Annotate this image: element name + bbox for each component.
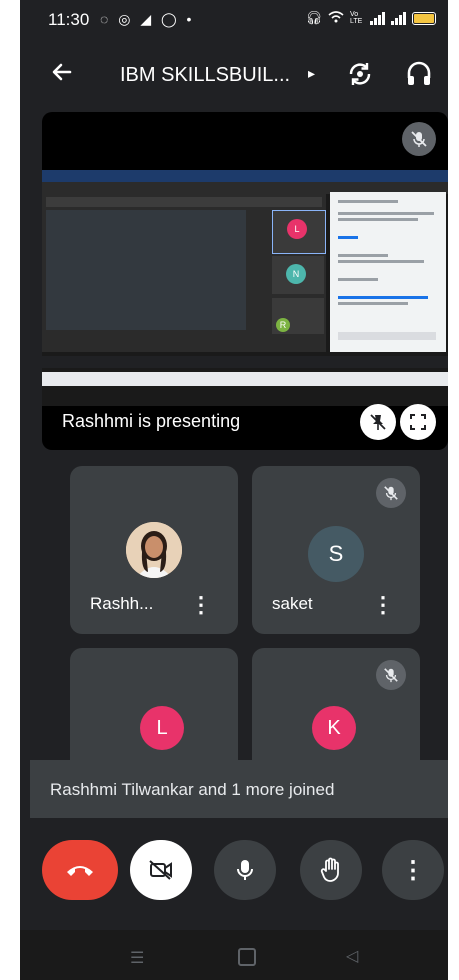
end-call-button[interactable]	[42, 840, 118, 900]
home-icon[interactable]	[238, 948, 256, 966]
more-options-icon[interactable]: ⋮	[372, 594, 394, 616]
unpin-icon	[370, 414, 386, 430]
camera-off-icon	[149, 860, 172, 880]
more-vert-icon: ⋮	[401, 856, 425, 884]
participant-tile[interactable]: S saket ⋮	[252, 466, 420, 634]
mini-avatar: R	[276, 318, 290, 332]
avatar: S	[308, 526, 364, 582]
microphone-button[interactable]	[214, 840, 276, 900]
mic-icon	[237, 860, 253, 880]
notification-icons: ◌ ◎ ◢ ◯ •	[100, 11, 195, 27]
presentation-tile[interactable]: L N R Rashhmi is presenting	[42, 112, 448, 450]
wifi-icon	[328, 10, 344, 26]
shared-screen-thumbnail: L N R	[42, 170, 448, 406]
muted-mic-icon	[376, 660, 406, 690]
volte-label: Vo LTE	[350, 11, 363, 25]
meeting-title[interactable]: IBM SKILLSBUIL...	[120, 64, 290, 87]
presenting-label: Rashhmi is presenting	[62, 411, 241, 431]
join-notification-text: Rashhmi Tilwankar and 1 more joined	[50, 780, 335, 799]
avatar: L	[140, 706, 184, 750]
shared-mini-tile: R	[272, 298, 324, 334]
mini-avatar: L	[287, 219, 307, 239]
hand-icon	[320, 857, 339, 882]
unpin-button[interactable]	[360, 404, 396, 440]
chevron-right-icon[interactable]: ▸	[308, 65, 315, 82]
muted-mic-icon	[376, 478, 406, 508]
status-bar: 11:30 ◌ ◎ ◢ ◯ • 🎧︎ Vo LTE	[20, 0, 448, 40]
shared-slide	[46, 210, 246, 330]
recents-icon[interactable]: ☰	[130, 948, 144, 968]
headphones-icon[interactable]	[406, 60, 432, 88]
signal-icon	[370, 11, 385, 25]
avatar	[126, 522, 182, 578]
headset-icon: 🎧︎	[305, 10, 322, 25]
shared-mini-tile: L	[272, 210, 326, 254]
shared-browser-tabs	[42, 170, 448, 182]
avatar: K	[312, 706, 356, 750]
system-nav-bar: ☰ ◁	[20, 930, 448, 980]
fullscreen-icon	[410, 414, 426, 430]
camera-toggle-button[interactable]	[130, 840, 192, 900]
participant-tile[interactable]: Rashh... ⋮	[70, 466, 238, 634]
more-options-button[interactable]: ⋮	[382, 840, 444, 900]
back-triangle-icon[interactable]: ◁	[346, 946, 358, 966]
signal-icon-2	[391, 11, 406, 25]
shared-taskbar	[42, 372, 448, 386]
shared-mini-tile: N	[272, 256, 324, 294]
participant-name: Rashh...	[90, 594, 154, 613]
status-time: 11:30	[48, 10, 90, 29]
participant-name: saket	[272, 594, 313, 613]
raise-hand-button[interactable]	[300, 840, 362, 900]
shared-meet-view: L N R	[42, 194, 326, 352]
fullscreen-button[interactable]	[400, 404, 436, 440]
join-notification: Rashhmi Tilwankar and 1 more joined	[30, 760, 448, 818]
shared-chat-panel	[330, 192, 446, 352]
back-arrow-icon[interactable]	[50, 60, 74, 91]
status-right-icons: 🎧︎ Vo LTE	[305, 10, 436, 26]
shared-banner	[46, 197, 322, 207]
meeting-header: IBM SKILLSBUIL... ▸	[20, 50, 448, 100]
hang-up-icon	[67, 866, 93, 876]
more-options-icon[interactable]: ⋮	[190, 594, 212, 616]
muted-mic-icon	[402, 122, 436, 156]
switch-camera-icon[interactable]	[346, 60, 374, 88]
shared-meet-toolbar	[42, 356, 448, 368]
mini-avatar: N	[286, 264, 306, 284]
meet-screen: 11:30 ◌ ◎ ◢ ◯ • 🎧︎ Vo LTE IBM SKILLSBUIL…	[20, 0, 448, 980]
battery-icon	[412, 11, 436, 25]
